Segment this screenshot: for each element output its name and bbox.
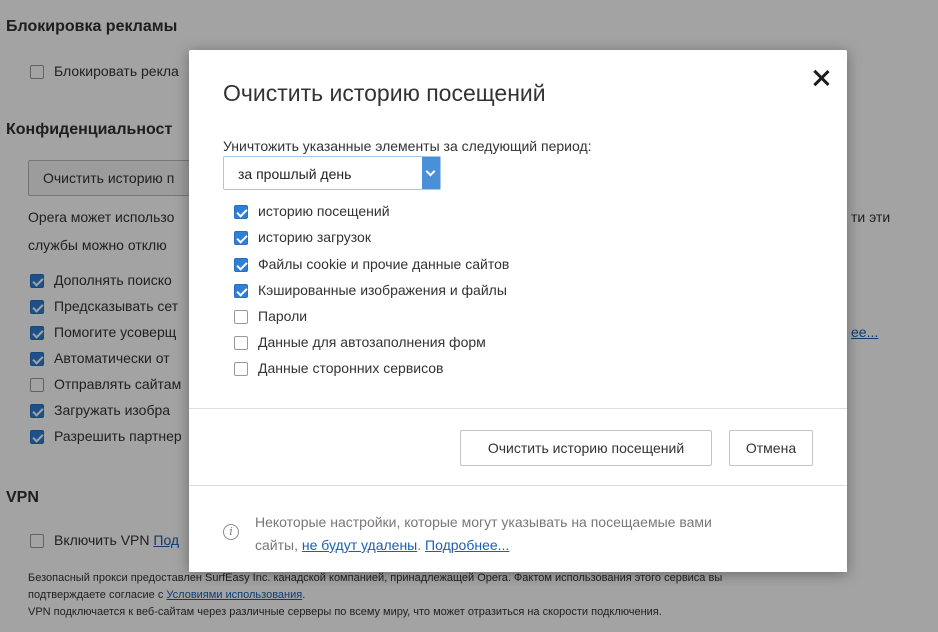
chevron-down-icon[interactable] xyxy=(422,157,440,189)
period-select-value: за прошлый день xyxy=(238,166,352,182)
option-checkbox-passwords[interactable] xyxy=(234,310,248,324)
option-checkbox-autofill[interactable] xyxy=(234,336,248,350)
footer-line1: Некоторые настройки, которые могут указы… xyxy=(255,514,712,530)
option-checkbox-cookies[interactable] xyxy=(234,258,248,272)
option-label-history: историю посещений xyxy=(258,203,390,219)
period-label: Уничтожить указанные элементы за следующ… xyxy=(223,138,592,154)
option-checkbox-third-party[interactable] xyxy=(234,362,248,376)
close-icon[interactable] xyxy=(809,66,833,90)
option-label-passwords: Пароли xyxy=(258,308,308,324)
learn-more-link[interactable]: Подробнее... xyxy=(425,537,509,553)
dialog-divider-top xyxy=(189,408,847,409)
footer-line2: сайты, не будут удалены. Подробнее... xyxy=(255,537,509,553)
clear-history-button[interactable]: Очистить историю посещений xyxy=(460,430,712,466)
option-checkbox-cache[interactable] xyxy=(234,284,248,298)
footer-line2-middle: . xyxy=(417,537,426,553)
option-checkbox-downloads[interactable] xyxy=(234,231,248,245)
dialog-title: Очистить историю посещений xyxy=(223,80,546,106)
info-icon: i xyxy=(223,524,239,540)
option-checkbox-history[interactable] xyxy=(234,205,248,219)
option-label-third-party: Данные сторонних сервисов xyxy=(258,360,444,376)
option-label-autofill: Данные для автозаполнения форм xyxy=(258,334,486,350)
cancel-button[interactable]: Отмена xyxy=(729,430,813,466)
option-label-cache: Кэшированные изображения и файлы xyxy=(258,282,507,298)
period-select[interactable]: за прошлый день xyxy=(223,156,441,190)
not-deleted-link[interactable]: не будут удалены xyxy=(302,537,417,553)
option-label-downloads: историю загрузок xyxy=(258,229,371,245)
clear-history-dialog: Очистить историю посещений Уничтожить ук… xyxy=(189,50,847,572)
option-label-cookies: Файлы cookie и прочие данные сайтов xyxy=(258,256,510,272)
footer-line2-prefix: сайты, xyxy=(255,537,302,553)
